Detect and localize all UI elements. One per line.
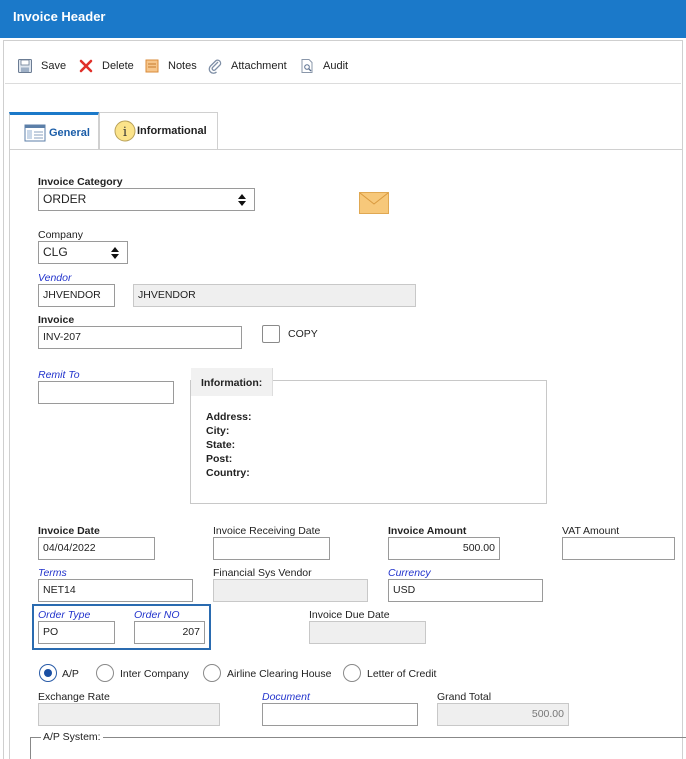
grand-total-label: Grand Total: [437, 691, 492, 703]
attachment-label: Attachment: [231, 60, 287, 72]
audit-label: Audit: [323, 60, 349, 72]
vendor-link[interactable]: Vendor: [38, 272, 71, 284]
terms-input[interactable]: NET14: [38, 579, 193, 602]
invoice-category-select[interactable]: ORDER: [38, 188, 255, 211]
ap-system-legend: A/P System:: [41, 731, 103, 743]
radio-inter-company-label: Inter Company: [120, 668, 189, 680]
country-label: Country:: [206, 467, 250, 479]
audit-button[interactable]: Audit: [299, 58, 348, 74]
red-x-icon: [78, 58, 94, 74]
invoice-amount-label: Invoice Amount: [388, 525, 467, 537]
tab-general-label: General: [49, 126, 90, 139]
radio-ap[interactable]: [39, 664, 57, 682]
document-link[interactable]: Document: [262, 691, 310, 703]
delete-button[interactable]: Delete: [78, 58, 134, 74]
tab-general[interactable]: General: [9, 112, 99, 150]
exchange-rate-field: [38, 703, 220, 726]
copy-checkbox[interactable]: [262, 325, 280, 343]
tab-informational-label: Informational: [137, 125, 207, 137]
floppy-disk-icon: [17, 58, 33, 74]
order-type-input[interactable]: PO: [38, 621, 115, 644]
vat-amount-label: VAT Amount: [562, 525, 620, 537]
invoice-due-date-label: Invoice Due Date: [309, 609, 390, 621]
invoice-amount-input[interactable]: 500.00: [388, 537, 500, 560]
address-label: Address:: [206, 411, 252, 423]
currency-input[interactable]: USD: [388, 579, 543, 602]
invoice-label: Invoice: [38, 314, 75, 326]
select-arrows-icon: [111, 246, 119, 260]
information-title: Information:: [191, 368, 273, 396]
radio-letter-of-credit[interactable]: [343, 664, 361, 682]
invoice-receiving-date-input[interactable]: [213, 537, 330, 560]
select-arrows-icon: [238, 193, 246, 207]
paperclip-icon: [207, 58, 223, 74]
ap-system-group: A/P System:: [30, 731, 686, 759]
invoice-date-input[interactable]: 04/04/2022: [38, 537, 155, 560]
remit-to-link[interactable]: Remit To: [38, 369, 80, 381]
document-input[interactable]: [262, 703, 418, 726]
radio-letter-of-credit-label: Letter of Credit: [367, 668, 437, 680]
radio-airline-clearing-house[interactable]: [203, 664, 221, 682]
state-label: State:: [206, 439, 236, 451]
financial-sys-vendor-label: Financial Sys Vendor: [213, 567, 312, 579]
save-button[interactable]: Save: [17, 58, 66, 74]
invoice-date-label: Invoice Date: [38, 525, 100, 537]
vendor-name-field: JHVENDOR: [133, 284, 416, 307]
company-value: CLG: [43, 245, 68, 259]
save-label: Save: [41, 60, 67, 72]
vat-amount-input[interactable]: [562, 537, 675, 560]
tab-informational[interactable]: i Informational: [99, 112, 218, 149]
vendor-code-input[interactable]: JHVENDOR: [38, 284, 115, 307]
remit-to-input[interactable]: [38, 381, 174, 404]
notes-label: Notes: [168, 60, 197, 72]
post-label: Post:: [206, 453, 233, 465]
svg-text:i: i: [123, 125, 127, 140]
invoice-category-label: Invoice Category: [38, 176, 123, 188]
invoice-due-date-field: [309, 621, 426, 644]
information-panel: Information: Address: City: State: Post:…: [190, 368, 547, 504]
notes-button[interactable]: Notes: [144, 58, 197, 74]
delete-label: Delete: [102, 60, 134, 72]
grand-total-field: 500.00: [437, 703, 569, 726]
copy-label: COPY: [288, 328, 318, 340]
terms-link[interactable]: Terms: [38, 567, 67, 579]
invoice-receiving-date-label: Invoice Receiving Date: [213, 525, 321, 537]
city-label: City:: [206, 425, 230, 437]
toolbar: Save Delete Notes Attachment Audit: [5, 44, 681, 84]
exchange-rate-label: Exchange Rate: [38, 691, 110, 703]
company-label: Company: [38, 229, 83, 241]
form-window-icon: [24, 124, 46, 142]
notepad-icon: [144, 58, 160, 74]
order-no-input[interactable]: 207: [134, 621, 205, 644]
radio-airline-clearing-house-label: Airline Clearing House: [227, 668, 332, 680]
radio-inter-company[interactable]: [96, 664, 114, 682]
invoice-category-value: ORDER: [43, 192, 87, 206]
envelope-icon[interactable]: [359, 192, 389, 214]
financial-sys-vendor-field: [213, 579, 368, 602]
attachment-button[interactable]: Attachment: [207, 58, 287, 74]
document-search-icon: [299, 58, 315, 74]
info-circle-icon: i: [114, 120, 136, 142]
order-no-link[interactable]: Order NO: [134, 609, 180, 621]
company-select[interactable]: CLG: [38, 241, 128, 264]
currency-link[interactable]: Currency: [388, 567, 431, 579]
radio-ap-label: A/P: [62, 668, 79, 680]
invoice-input[interactable]: INV-207: [38, 326, 242, 349]
window-titlebar: Invoice Header: [0, 0, 686, 38]
order-type-link[interactable]: Order Type: [38, 609, 90, 621]
window-title: Invoice Header: [13, 9, 106, 24]
